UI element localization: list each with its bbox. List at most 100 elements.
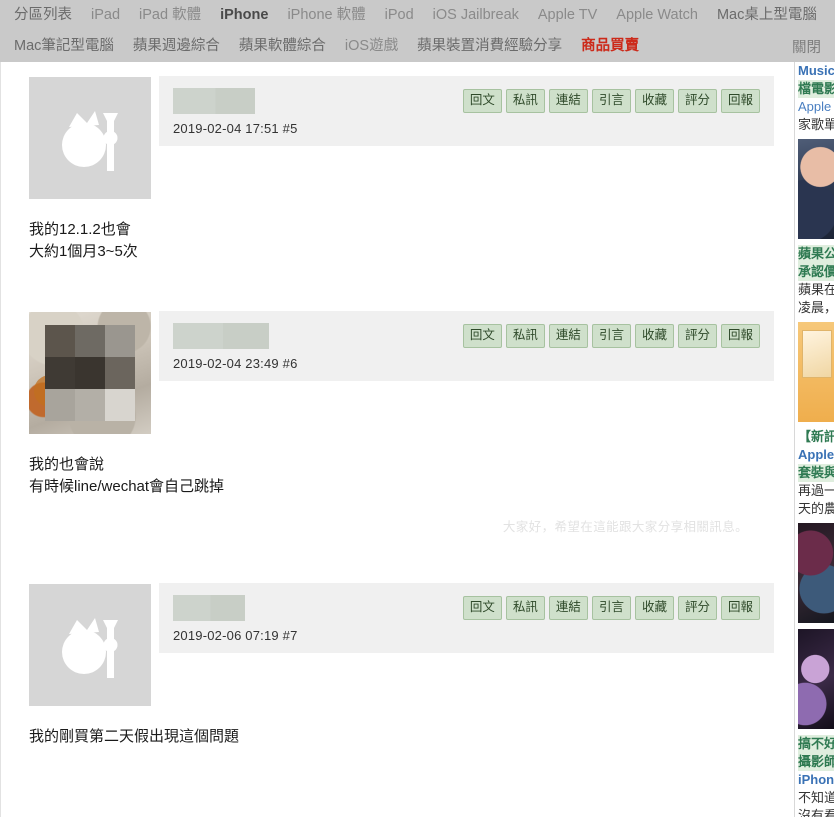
post-meta-strip: 2019-02-06 07:19 #7 回文 私訊 連結 引言 收藏 評分 回報: [159, 583, 774, 653]
post-action-buttons: 回文 私訊 連結 引言 收藏 評分 回報: [462, 88, 760, 113]
mosaic-tile-6: [44, 388, 75, 421]
post-body-line-1: 有時候line/wechat會自己跳掉: [29, 478, 225, 495]
post-action-0[interactable]: 回文: [462, 89, 502, 113]
post-action-3[interactable]: 引言: [591, 89, 631, 113]
mosaic-tile-1: [74, 325, 106, 358]
sidebar-news-line-0-3: 家歌單: [798, 117, 834, 132]
navbar-row-secondary: Mac筆記型電腦 蘋果週邊綜合 蘋果軟體綜合 iOS遊戲 蘋果裝置消費經驗分享 商品買賣 …: [0, 31, 835, 62]
sidebar-thumbnail-3[interactable]: [798, 322, 834, 422]
post-action-4[interactable]: 收藏: [634, 89, 674, 113]
post-author-block: 2019-02-04 23:49 #6: [173, 323, 298, 371]
nav-item-9[interactable]: Mac桌上型電腦: [717, 8, 817, 23]
avatar-column: [1, 583, 151, 706]
post-header: 2019-02-06 07:19 #7 回文 私訊 連結 引言 收藏 評分 回報: [1, 569, 794, 706]
post-separator: [1, 535, 794, 569]
post-action-1[interactable]: 私訊: [505, 324, 545, 348]
post-action-buttons: 回文 私訊 連結 引言 收藏 評分 回報: [462, 323, 760, 348]
sidebar-news-line-2-0[interactable]: 蘋果公: [798, 245, 834, 263]
post-body-line-0: 我的也會說: [29, 456, 105, 473]
nav-item-2[interactable]: iPad 軟體: [139, 8, 201, 23]
sidebar-news-line-4-3: 再過一: [798, 483, 834, 498]
sidebar-news-block-2: 蘋果公 承認價 蘋果在 凌晨，: [798, 245, 834, 317]
post-action-3[interactable]: 引言: [591, 324, 631, 348]
post-action-4[interactable]: 收藏: [634, 596, 674, 620]
username-redacted: [173, 88, 255, 114]
post-body-line-1: 大約1個月3~5次: [29, 243, 138, 260]
post-signature: 大家好，希望在這能跟大家分享相關訊息。: [502, 520, 748, 534]
sidebar-news-line-0-2[interactable]: Apple: [798, 98, 834, 116]
post-action-0[interactable]: 回文: [462, 324, 502, 348]
post-action-5[interactable]: 評分: [677, 596, 717, 620]
sidebar-thumbnail-5[interactable]: [798, 523, 834, 623]
post-action-buttons: 回文 私訊 連結 引言 收藏 評分 回報: [462, 595, 760, 620]
navbar-close-button[interactable]: 關閉: [792, 36, 821, 57]
post-body-line-0: 我的12.1.2也會: [29, 221, 131, 238]
sidebar-news-block-7: 搞不好攝影師iPhone不知道沒有看iPhone: [798, 735, 834, 817]
sidebar-news-line-4-1[interactable]: Apple: [798, 446, 834, 464]
post-body-text: 我的也會說有時候line/wechat會自己跳掉: [1, 434, 794, 498]
username-redacted: [173, 595, 245, 621]
nav-item-7[interactable]: Apple TV: [538, 8, 597, 23]
post-action-4[interactable]: 收藏: [634, 324, 674, 348]
username-redacted: [173, 323, 269, 349]
post-author-block: 2019-02-04 17:51 #5: [173, 88, 298, 136]
nav-item-secondary-1[interactable]: 蘋果週邊綜合: [133, 39, 220, 54]
post-separator: [1, 748, 794, 782]
nav-item-secondary-2[interactable]: 蘋果軟體綜合: [239, 39, 326, 54]
sidebar-news-line-2-2: 蘋果在: [798, 282, 834, 297]
broken-image-icon: [62, 111, 118, 171]
mosaic-censor-overlay: [44, 325, 136, 421]
forum-post: 2019-02-06 07:19 #7 回文 私訊 連結 引言 收藏 評分 回報 我的剛買第二天…: [1, 569, 794, 782]
nav-item-8[interactable]: Apple Watch: [616, 8, 698, 23]
category-navbar: 分區列表 iPad iPad 軟體 iPhone iPhone 軟體 iPod iOS Ja…: [0, 0, 835, 62]
news-sidebar: Music 檔電影 Apple 家歌單 蘋果公 承認價 蘋果在 凌晨， 【新訊 Apple 套裝與…: [795, 62, 834, 817]
nav-item-5[interactable]: iPod: [385, 8, 414, 23]
post-body-text: 我的12.1.2也會 大約1個月3~5次: [1, 199, 794, 263]
mosaic-tile-5: [105, 357, 136, 389]
nav-item-0[interactable]: 分區列表: [14, 8, 72, 23]
post-action-2[interactable]: 連結: [548, 324, 588, 348]
post-action-5[interactable]: 評分: [677, 324, 717, 348]
sidebar-news-line-0-0[interactable]: Music: [798, 62, 834, 80]
post-meta-column: 2019-02-04 17:51 #5 回文 私訊 連結 引言 收藏 評分 回報: [151, 76, 794, 146]
sidebar-thumbnail-6[interactable]: [798, 629, 834, 729]
post-action-3[interactable]: 引言: [591, 596, 631, 620]
post-action-6[interactable]: 回報: [720, 596, 760, 620]
post-meta-column: 2019-02-04 23:49 #6 回文 私訊 連結 引言 收藏 評分 回報: [151, 311, 794, 381]
sidebar-news-line-4-4: 天的農: [798, 501, 834, 516]
page-body: 2019-02-04 17:51 #5 回文 私訊 連結 引言 收藏 評分 回報 我的12.1.…: [0, 62, 835, 817]
nav-item-secondary-0[interactable]: Mac筆記型電腦: [14, 39, 114, 54]
post-action-6[interactable]: 回報: [720, 89, 760, 113]
forum-post: 2019-02-04 17:51 #5 回文 私訊 連結 引言 收藏 評分 回報我的12.1.…: [1, 62, 794, 297]
nav-item-1[interactable]: iPad: [91, 8, 120, 23]
sidebar-news-line-0-1[interactable]: 檔電影: [798, 80, 834, 98]
sidebar-thumbnail-1[interactable]: [798, 139, 834, 239]
post-action-2[interactable]: 連結: [548, 89, 588, 113]
nav-item-4[interactable]: iPhone 軟體: [287, 8, 365, 23]
thread-post-list: 2019-02-04 17:51 #5 回文 私訊 連結 引言 收藏 評分 回報 我的12.1.…: [0, 62, 795, 817]
sidebar-news-line-7-0[interactable]: 搞不好: [798, 735, 834, 753]
nav-item-secondary-4[interactable]: 蘋果裝置消費經驗分享: [417, 39, 562, 54]
nav-item-3[interactable]: iPhone: [220, 8, 268, 23]
sidebar-news-line-7-2[interactable]: iPhone: [798, 771, 834, 789]
post-action-1[interactable]: 私訊: [505, 596, 545, 620]
sidebar-news-block-0: Music 檔電影 Apple 家歌單: [798, 62, 834, 134]
post-author-block: 2019-02-06 07:19 #7: [173, 595, 298, 643]
nav-item-6[interactable]: iOS Jailbreak: [433, 8, 519, 23]
post-action-2[interactable]: 連結: [548, 596, 588, 620]
post-meta-column: 2019-02-06 07:19 #7 回文 私訊 連結 引言 收藏 評分 回報: [151, 583, 794, 653]
sidebar-news-line-4-2[interactable]: 套裝與: [798, 464, 834, 482]
post-action-1[interactable]: 私訊: [505, 89, 545, 113]
nav-item-secondary-3[interactable]: iOS遊戲: [345, 39, 398, 54]
sidebar-news-line-4-0[interactable]: 【新訊: [798, 428, 834, 446]
post-action-5[interactable]: 評分: [677, 89, 717, 113]
broken-image-icon: [62, 618, 118, 678]
post-action-6[interactable]: 回報: [720, 324, 760, 348]
sidebar-news-line-2-1[interactable]: 承認價: [798, 263, 834, 281]
post-action-0[interactable]: 回文: [462, 596, 502, 620]
post-meta-strip: 2019-02-04 17:51 #5 回文 私訊 連結 引言 收藏 評分 回報: [159, 76, 774, 146]
mosaic-tile-8: [105, 388, 136, 421]
sidebar-news-line-7-1[interactable]: 攝影師: [798, 753, 834, 771]
nav-item-secondary-5[interactable]: 商品買賣: [581, 39, 639, 54]
sidebar-news-line-7-4: 沒有看: [798, 808, 834, 817]
